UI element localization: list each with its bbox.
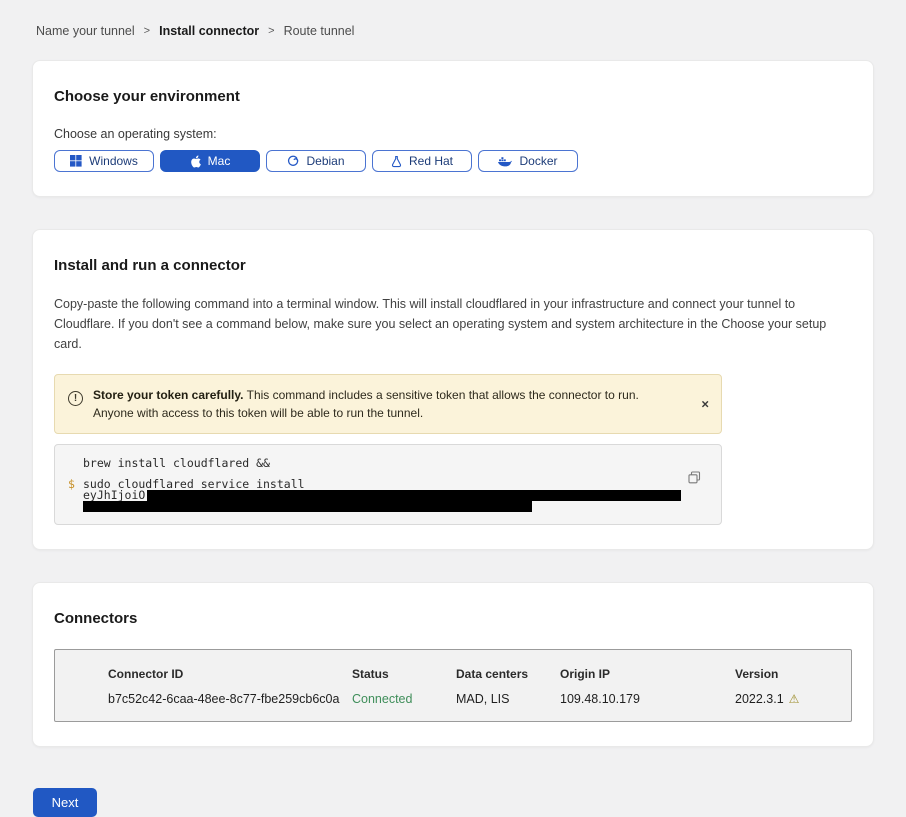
breadcrumb-step-install-connector[interactable]: Install connector — [159, 24, 259, 38]
copy-icon[interactable] — [688, 471, 701, 487]
header-version: Version — [735, 667, 833, 681]
close-icon[interactable]: × — [701, 397, 709, 412]
install-card-title: Install and run a connector — [54, 257, 852, 274]
connectors-table: Connector ID Status Data centers Origin … — [54, 649, 852, 722]
os-button-redhat[interactable]: Red Hat — [372, 150, 472, 172]
redhat-icon — [391, 155, 402, 168]
os-button-label: Debian — [306, 154, 344, 168]
token-warning-banner: ! Store your token carefully. This comma… — [54, 374, 722, 434]
version-warning-icon: ⚠ — [789, 693, 800, 705]
warning-text: Store your token carefully. This command… — [93, 386, 707, 422]
environment-card-title: Choose your environment — [54, 88, 852, 105]
tunnel-setup-page: Name your tunnel > Install connector > R… — [0, 0, 906, 817]
connectors-card: Connectors Connector ID Status Data cent… — [32, 582, 874, 747]
choose-environment-card: Choose your environment Choose an operat… — [32, 60, 874, 197]
warning-text-bold: Store your token carefully. — [93, 388, 244, 402]
debian-icon — [287, 155, 299, 167]
os-button-group: Windows Mac Debian Red Hat — [54, 150, 852, 172]
os-button-label: Red Hat — [409, 154, 453, 168]
alert-circle-icon: ! — [68, 391, 83, 406]
header-status: Status — [352, 667, 456, 681]
redacted-token-bar — [83, 501, 532, 512]
os-button-docker[interactable]: Docker — [478, 150, 578, 172]
os-button-label: Mac — [208, 154, 231, 168]
os-select-label: Choose an operating system: — [54, 127, 852, 141]
table-header-row: Connector ID Status Data centers Origin … — [108, 667, 833, 681]
os-button-label: Docker — [519, 154, 557, 168]
connector-id-value: b7c52c42-6caa-48ee-8c77-fbe259cb6c0a — [108, 692, 352, 706]
breadcrumb-separator: > — [144, 25, 150, 37]
os-button-debian[interactable]: Debian — [266, 150, 366, 172]
breadcrumb: Name your tunnel > Install connector > R… — [32, 24, 874, 38]
breadcrumb-step-name-tunnel[interactable]: Name your tunnel — [36, 24, 135, 38]
breadcrumb-step-route-tunnel[interactable]: Route tunnel — [284, 24, 355, 38]
docker-icon — [498, 156, 512, 167]
apple-icon — [190, 155, 201, 168]
origin-ip-value: 109.48.10.179 — [560, 692, 735, 706]
next-button[interactable]: Next — [33, 788, 97, 817]
redacted-token-bar — [147, 490, 681, 501]
install-connector-card: Install and run a connector Copy-paste t… — [32, 229, 874, 550]
code-prompt-spacer — [68, 458, 83, 469]
data-centers-value: MAD, LIS — [456, 692, 560, 706]
version-value: 2022.3.1 ⚠ — [735, 692, 833, 706]
header-connector-id: Connector ID — [108, 667, 352, 681]
table-row: b7c52c42-6caa-48ee-8c77-fbe259cb6c0a Con… — [108, 692, 833, 706]
connectors-card-title: Connectors — [54, 610, 852, 627]
code-line-1: brew install cloudflared && — [83, 458, 270, 469]
header-origin-ip: Origin IP — [560, 667, 735, 681]
token-prefix: eyJhIjoiO — [83, 490, 145, 501]
install-command-block[interactable]: brew install cloudflared && $ sudo cloud… — [54, 444, 722, 525]
os-button-windows[interactable]: Windows — [54, 150, 154, 172]
shell-prompt: $ — [68, 479, 83, 490]
os-button-label: Windows — [89, 154, 138, 168]
windows-icon — [70, 155, 82, 167]
os-button-mac[interactable]: Mac — [160, 150, 260, 172]
install-description: Copy-paste the following command into a … — [54, 294, 852, 354]
breadcrumb-separator: > — [268, 25, 274, 37]
status-badge: Connected — [352, 692, 456, 706]
header-data-centers: Data centers — [456, 667, 560, 681]
